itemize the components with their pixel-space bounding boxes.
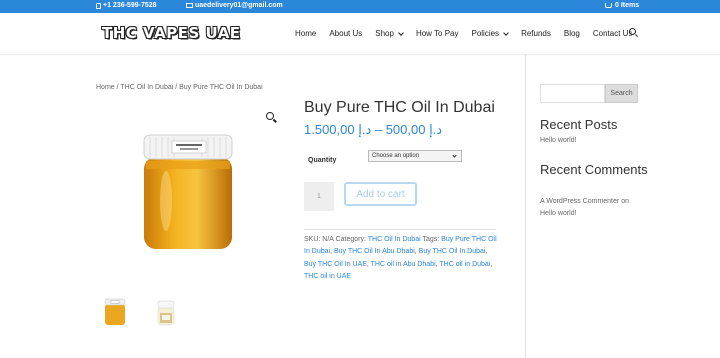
main-nav: Home About Us Shop How To Pay Policies R… <box>295 29 640 38</box>
breadcrumb[interactable]: Home / THC Oil In Dubai / Buy Pure THC O… <box>96 84 263 91</box>
nav-label: About Us <box>329 29 363 38</box>
phone-number[interactable]: +1 236-599-7528 <box>103 2 157 9</box>
nav-contact-us[interactable]: Contact Us <box>593 29 633 38</box>
cart-icon <box>605 3 612 8</box>
mail-icon <box>186 3 193 8</box>
search-icon[interactable] <box>629 28 636 35</box>
product-thumbnail-1[interactable] <box>104 298 126 326</box>
recent-posts-title: Recent Posts <box>540 117 618 132</box>
quantity-input[interactable]: 1 <box>304 182 334 211</box>
tag-link[interactable]: Buy THC Oil In Dubai <box>419 248 486 255</box>
comment-on: on <box>621 198 629 205</box>
category-label: Category: <box>335 236 366 243</box>
chevron-down-icon <box>452 153 457 158</box>
comment-author[interactable]: A WordPress Commenter <box>540 198 619 205</box>
tags-label: Tags: <box>422 236 440 243</box>
nav-label: Shop <box>375 29 394 38</box>
product-thumbnail-2[interactable] <box>156 300 176 326</box>
sidebar-divider <box>525 54 526 358</box>
sidebar-search-input[interactable] <box>540 84 605 103</box>
nav-blog[interactable]: Blog <box>564 29 580 38</box>
select-value: Choose an option <box>372 153 420 159</box>
chevron-down-icon <box>398 29 404 36</box>
add-to-cart-button[interactable]: Add to cart <box>344 182 417 206</box>
quantity-label: Quantity <box>308 157 337 164</box>
cart-link[interactable]: 0 Items <box>605 2 639 9</box>
product-title: Buy Pure THC Oil In Dubai <box>304 99 495 116</box>
product-meta: SKU: N/A Category: THC Oil In Dubai Tags… <box>304 236 497 280</box>
site-header: THC VAPES UAE Home About Us Shop How To … <box>0 13 720 54</box>
nav-label: Home <box>295 29 317 38</box>
nav-label: How To Pay <box>415 29 459 38</box>
category-link[interactable]: THC Oil In Dubai <box>368 236 421 243</box>
chevron-down-icon <box>503 29 509 36</box>
nav-policies[interactable]: Policies <box>471 29 509 38</box>
tag-link[interactable]: THC oil in Dubai <box>439 261 490 268</box>
product-price: د.إ 500,00 – د.إ 1.500,00 <box>304 122 443 137</box>
zoom-icon[interactable] <box>266 112 274 120</box>
phone-icon <box>96 2 101 9</box>
meta-divider <box>304 229 496 230</box>
nav-label: Policies <box>471 29 500 38</box>
nav-label: Contact Us <box>592 29 633 38</box>
nav-home[interactable]: Home <box>295 29 316 38</box>
tag-link[interactable]: Buy THC Oil In Abu Dhabi <box>334 248 415 255</box>
nav-refunds[interactable]: Refunds <box>521 29 551 38</box>
email-address[interactable]: uaedelivery01@gmail.com <box>195 2 283 9</box>
recent-comment: A WordPress Commenter on Hello world! <box>540 196 650 219</box>
nav-label: Refunds <box>521 29 551 38</box>
recent-comments-title: Recent Comments <box>540 162 648 177</box>
tag-link[interactable]: THC oil in Abu Dhabi <box>371 261 436 268</box>
recent-post-link[interactable]: Hello world! <box>540 137 577 144</box>
sidebar-search-button[interactable]: Search <box>605 84 638 103</box>
tag-link[interactable]: Buy THC Oil In UAE <box>304 261 367 268</box>
sku-value: N/A <box>322 236 334 243</box>
nav-about-us[interactable]: About Us <box>329 29 362 38</box>
nav-label: Blog <box>563 29 580 38</box>
nav-shop[interactable]: Shop <box>375 29 404 38</box>
comment-post-link[interactable]: Hello world! <box>540 210 577 217</box>
email-contact[interactable]: uaedelivery01@gmail.com <box>186 2 283 9</box>
site-logo[interactable]: THC VAPES UAE <box>102 24 241 42</box>
phone-contact[interactable]: +1 236-599-7528 <box>96 2 157 9</box>
top-bar: +1 236-599-7528 uaedelivery01@gmail.com … <box>0 0 720 13</box>
quantity-select[interactable]: Choose an option <box>368 150 462 162</box>
nav-how-to-pay[interactable]: How To Pay <box>416 29 459 38</box>
tag-link[interactable]: THC oil in UAE <box>304 273 351 280</box>
cart-count[interactable]: 0 Items <box>615 2 639 9</box>
sku-label: SKU: <box>304 236 321 243</box>
product-image[interactable] <box>138 131 238 253</box>
